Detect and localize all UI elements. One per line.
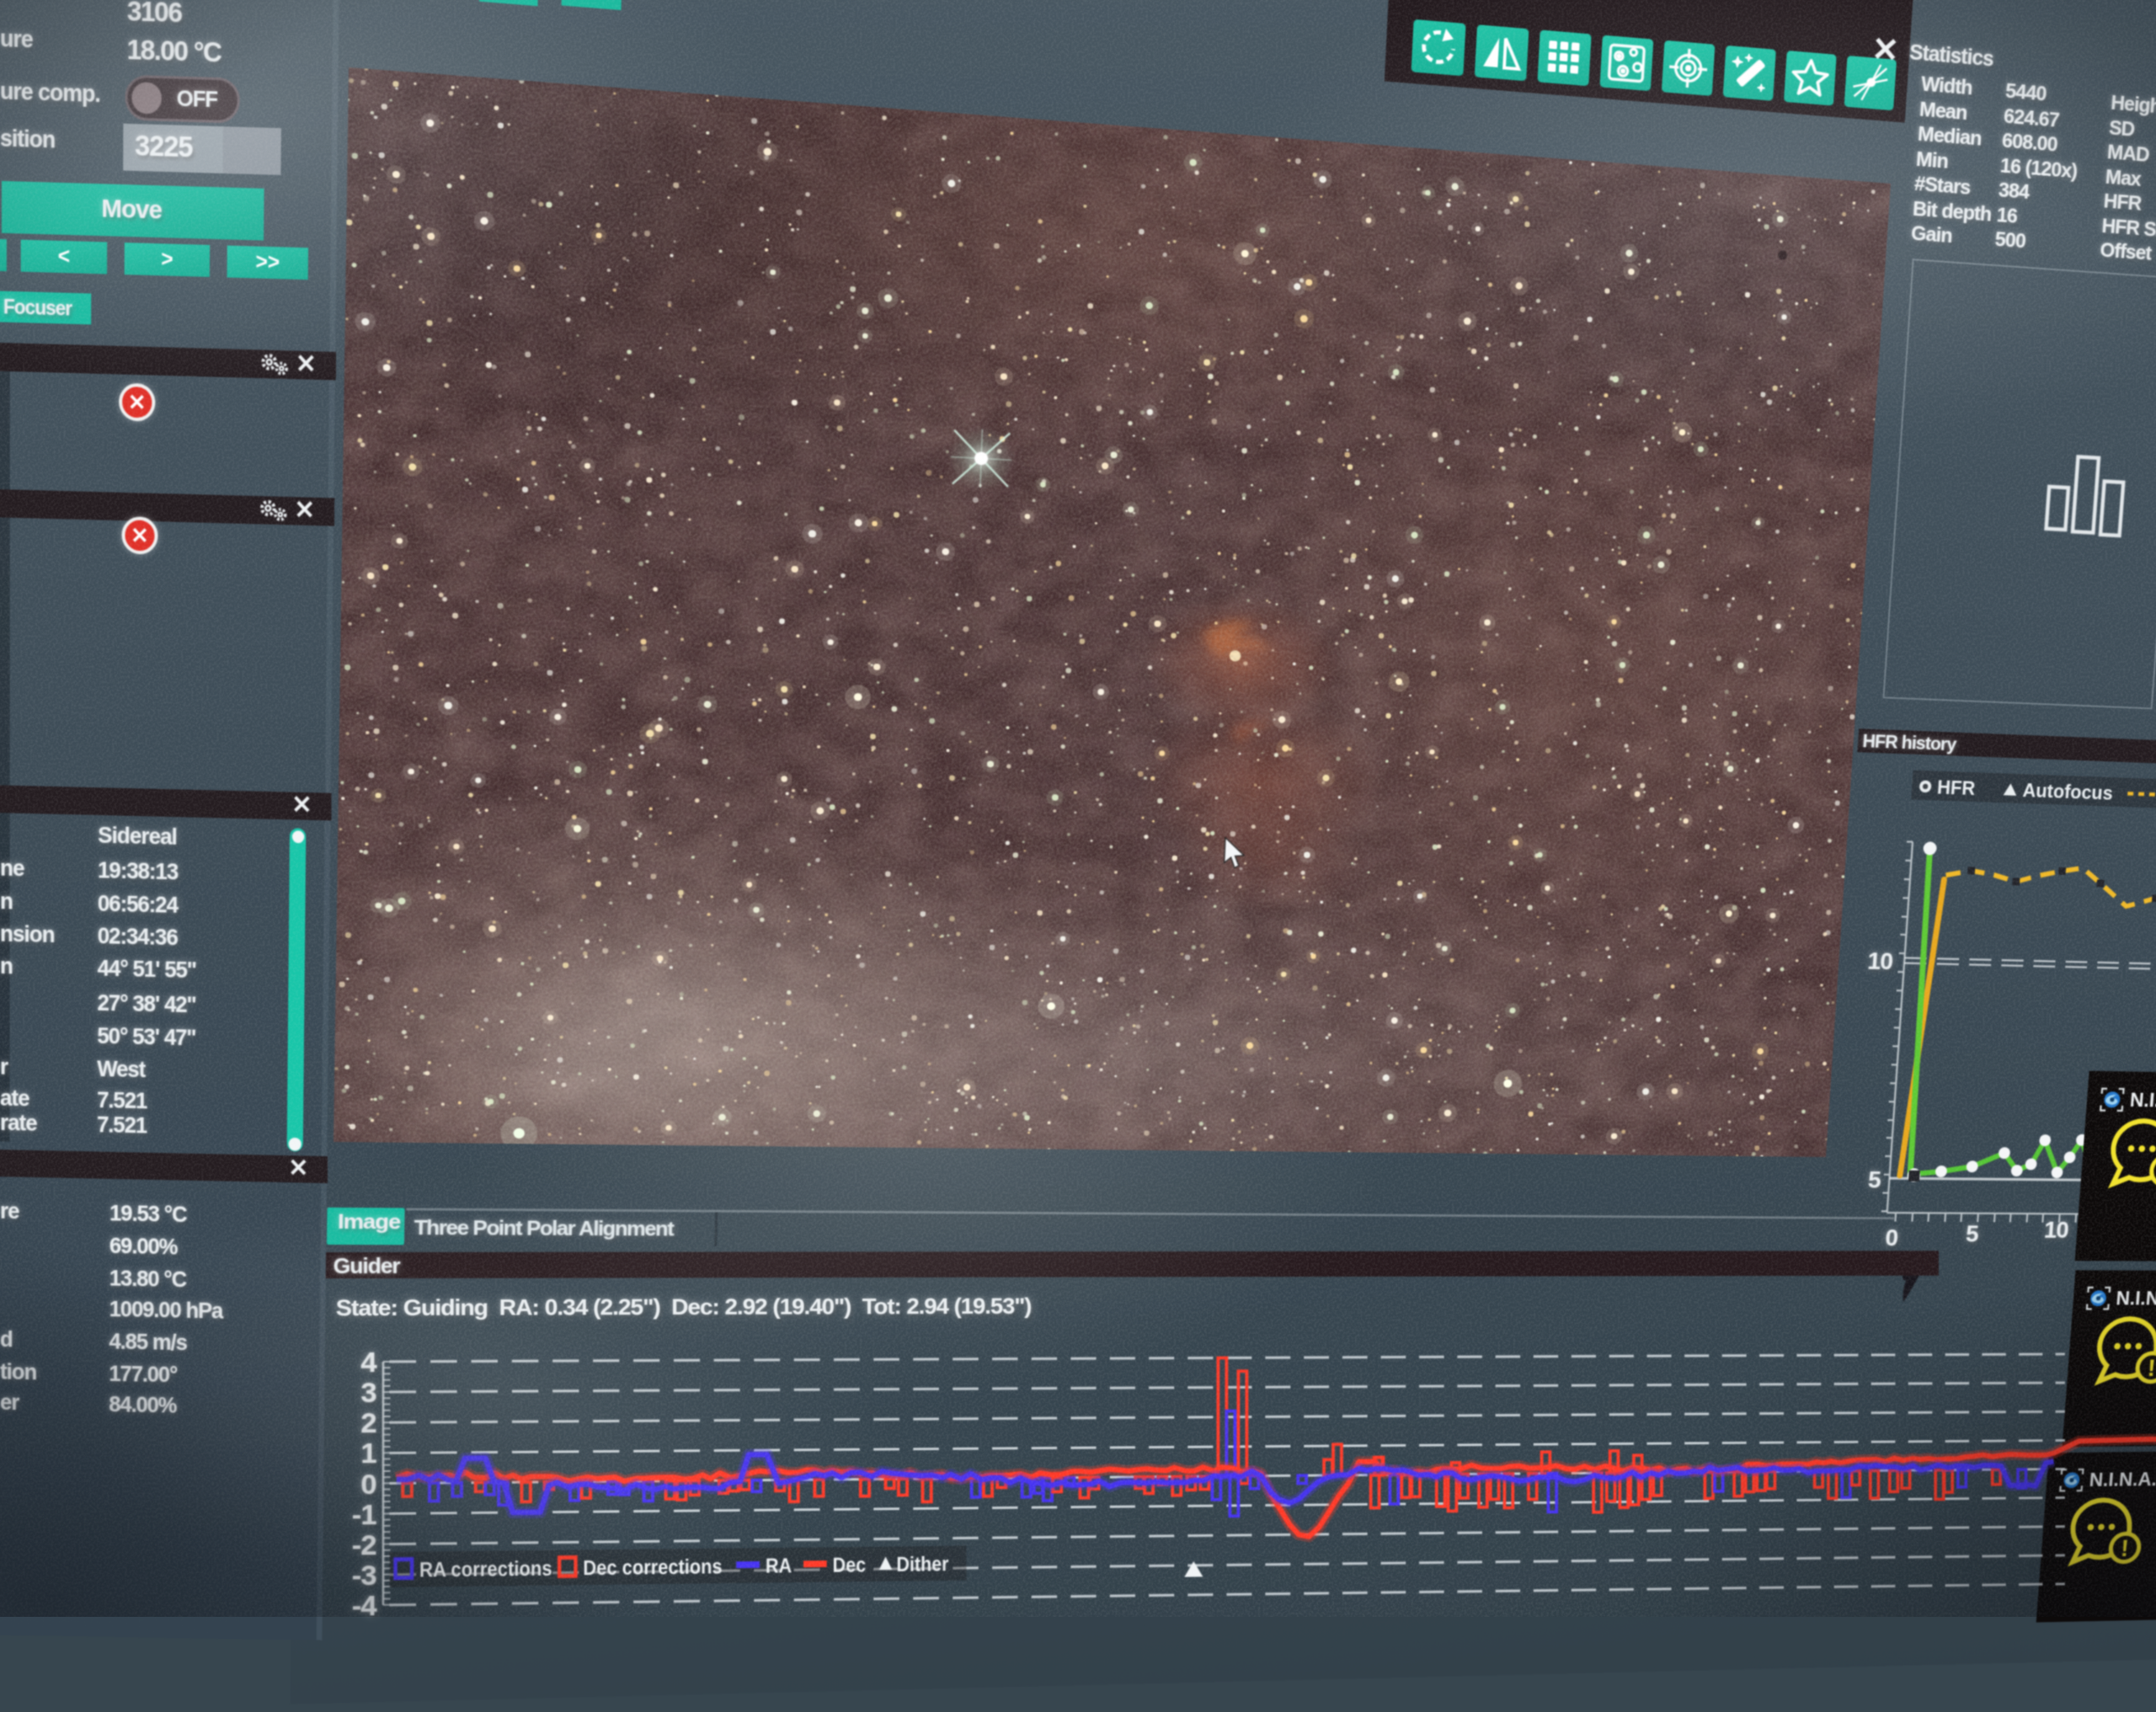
svg-text:Autofocus: Autofocus (2022, 780, 2114, 803)
svg-text:RA corrections: RA corrections (419, 1557, 552, 1582)
svg-text:Dither: Dither (896, 1553, 949, 1576)
svg-text:HFR: HFR (1936, 776, 1976, 798)
svg-text:RA: RA (766, 1555, 792, 1578)
svg-text:Dec: Dec (833, 1554, 867, 1577)
svg-text:Dec corrections: Dec corrections (583, 1555, 722, 1581)
